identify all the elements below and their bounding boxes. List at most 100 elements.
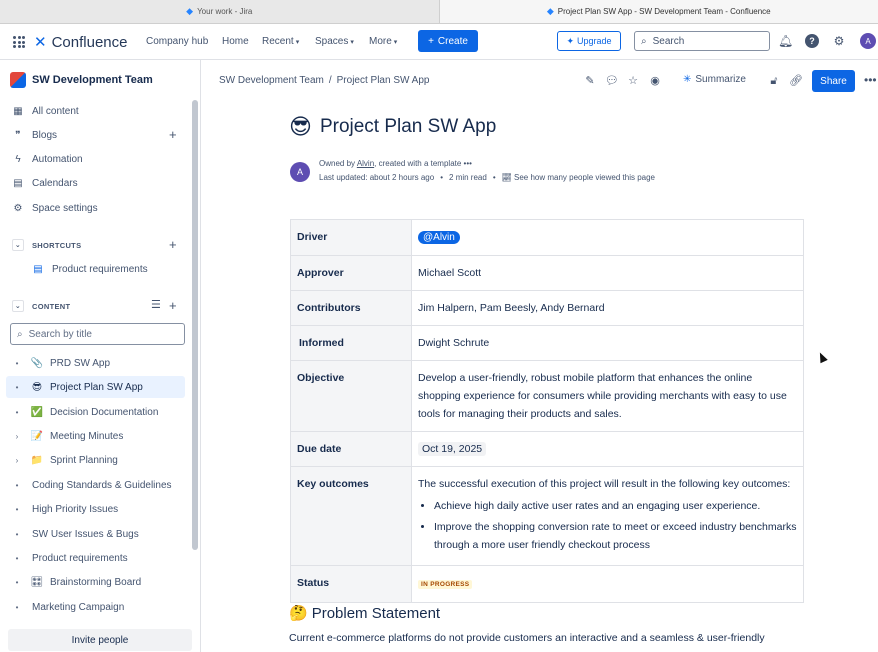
bullet-icon: • <box>15 577 19 587</box>
sidebar-item-automation[interactable]: ϟ Automation <box>12 150 83 168</box>
tree-item-coding-standards[interactable]: • Coding Standards & Guidelines <box>6 474 185 496</box>
tree-item-decision-documentation[interactable]: • ✅ Decision Documentation <box>6 401 185 423</box>
user-mention[interactable]: @Alvin <box>418 231 460 244</box>
sidebar-item-blogs[interactable]: ❞ Blogs <box>12 126 57 144</box>
table-key: Driver <box>290 219 412 256</box>
user-avatar[interactable]: A <box>860 33 876 49</box>
sidebar-item-space-settings[interactable]: ⚙ Space settings <box>12 199 98 217</box>
search-by-title-input[interactable]: ⌕ Search by title <box>10 323 185 345</box>
table-row: Contributors Jim Halpern, Pam Beesly, An… <box>290 290 804 326</box>
tree-item-project-plan-sw-app[interactable]: • 😎 Project Plan SW App <box>6 376 185 398</box>
tree-item-marketing-campaign[interactable]: • Marketing Campaign <box>6 596 185 618</box>
create-label: Create <box>437 35 468 47</box>
share-button[interactable]: Share <box>812 70 855 92</box>
table-value: Jim Halpern, Pam Beesly, Andy Bernard <box>411 290 804 326</box>
breadcrumb-space-link[interactable]: SW Development Team <box>219 75 324 86</box>
owner-link[interactable]: Alvin <box>357 159 374 168</box>
table-key: Status <box>290 565 412 603</box>
tree-item-label: Meeting Minutes <box>50 430 124 442</box>
table-value: Develop a user-friendly, robust mobile p… <box>411 360 804 432</box>
tree-item-meeting-minutes[interactable]: › 📝 Meeting Minutes <box>6 425 185 447</box>
byline-more-icon[interactable]: ••• <box>464 159 472 168</box>
upgrade-button[interactable]: ✦ Upgrade <box>557 31 621 51</box>
gear-icon: ⚙ <box>13 202 23 214</box>
table-key: Contributors <box>290 290 412 326</box>
author-avatar[interactable]: A <box>290 162 310 182</box>
breadcrumb: SW Development Team / Project Plan SW Ap… <box>219 75 429 86</box>
comment-icon[interactable]: 💬︎ <box>605 74 619 88</box>
browser-tab-confluence[interactable]: ◆ Project Plan SW App - SW Development T… <box>438 0 878 23</box>
create-button[interactable]: + Create <box>418 30 478 52</box>
nav-more[interactable]: More ▾ <box>369 36 397 47</box>
nav-spaces[interactable]: Spaces ▾ <box>315 36 354 47</box>
edit-pencil-icon[interactable]: ✎ <box>583 74 597 88</box>
help-icon[interactable]: ? <box>805 34 819 48</box>
add-content-plus-icon[interactable]: + <box>169 299 177 312</box>
nav-company-hub[interactable]: Company hub <box>146 36 208 47</box>
tree-item-label: SW User Issues & Bugs <box>32 528 139 540</box>
copy-link-icon[interactable]: 🔗︎ <box>789 74 803 88</box>
table-value: @Alvin <box>411 219 804 256</box>
bullet-icon: • <box>15 602 19 612</box>
heading-text: Problem Statement <box>311 604 441 622</box>
tree-item-brainstorming-board[interactable]: • 🎛 Brainstorming Board <box>6 571 185 593</box>
sunglasses-emoji-icon: 😎 <box>31 381 43 393</box>
sunglasses-emoji-icon: 😎 <box>289 114 312 139</box>
notifications-icon[interactable]: 🔔︎ <box>778 34 793 48</box>
search-placeholder: Search by title <box>28 328 92 340</box>
shortcuts-heading: SHORTCUTS <box>32 240 82 250</box>
chevron-down-icon: ▾ <box>393 39 398 46</box>
tree-item-product-requirements[interactable]: • Product requirements <box>6 547 185 569</box>
table-value: IN PROGRESS <box>411 565 804 603</box>
confluence-logo[interactable]: ✕ Confluence <box>34 33 128 52</box>
calendar-icon: ▤ <box>13 177 23 189</box>
ai-sparkle-icon: ✳ <box>683 74 692 85</box>
shortcuts-section-header[interactable]: ⌄ SHORTCUTS <box>12 239 81 251</box>
problem-statement-heading: 🤔 Problem Statement <box>289 604 441 623</box>
browser-tab-jira[interactable]: ◆ Your work - Jira <box>0 0 439 23</box>
sidebar-scrollbar[interactable] <box>192 100 198 550</box>
thinking-emoji-icon: 🤔 <box>289 605 308 622</box>
chevron-right-icon[interactable]: › <box>10 432 24 441</box>
nav-home[interactable]: Home <box>222 36 249 47</box>
settings-gear-icon[interactable]: ⚙ <box>832 34 846 48</box>
content-section-header[interactable]: ⌄ CONTENT <box>12 300 70 312</box>
watch-eye-icon[interactable]: ◉ <box>648 74 662 88</box>
content-heading: CONTENT <box>32 301 71 311</box>
space-header[interactable]: SW Development Team <box>10 72 153 88</box>
nav-recent[interactable]: Recent ▾ <box>262 36 299 47</box>
tree-item-sw-user-issues[interactable]: • SW User Issues & Bugs <box>6 523 185 545</box>
more-actions-icon[interactable]: ••• <box>864 73 877 87</box>
bullet-icon: • <box>15 358 19 368</box>
folder-icon: 📁 <box>30 454 44 466</box>
chevron-right-icon[interactable]: › <box>10 456 24 465</box>
tree-item-label: Sprint Planning <box>50 454 118 466</box>
tree-item-prd-sw-app[interactable]: • 📎 PRD SW App <box>6 352 185 374</box>
tree-item-label: Brainstorming Board <box>50 576 142 588</box>
sidebar-item-label: Automation <box>32 153 83 165</box>
tree-item-high-priority-issues[interactable]: • High Priority Issues <box>6 498 185 520</box>
filter-icon[interactable]: ☰ <box>151 299 161 312</box>
sidebar-item-all-content[interactable]: ▦ All content <box>12 102 78 120</box>
app-name: Confluence <box>51 33 128 51</box>
invite-people-button[interactable]: Invite people <box>8 629 192 651</box>
date-chip[interactable]: Oct 19, 2025 <box>418 442 487 456</box>
breadcrumb-page-link[interactable]: Project Plan SW App <box>337 75 430 86</box>
table-row: Due date Oct 19, 2025 <box>290 431 804 467</box>
add-shortcut-plus-icon[interactable]: + <box>169 238 177 251</box>
outcomes-list: Achieve high daily active user rates and… <box>418 497 797 554</box>
app-switcher-icon[interactable] <box>13 36 25 48</box>
analytics-link[interactable]: 📈︎ See how many people viewed this page <box>502 173 655 182</box>
add-blog-plus-icon[interactable]: + <box>169 128 177 141</box>
table-row: Driver @Alvin <box>290 219 804 256</box>
restrictions-lock-icon[interactable]: 🔓︎ <box>767 74 781 88</box>
sidebar-item-calendars[interactable]: ▤ Calendars <box>12 174 77 192</box>
tree-item-sprint-planning[interactable]: › 📁 Sprint Planning <box>6 449 185 471</box>
summarize-button[interactable]: ✳ Summarize <box>683 74 746 85</box>
sidebar-shortcut-product-requirements[interactable]: ▤ Product requirements <box>32 260 147 278</box>
search-input[interactable]: ⌕ Search <box>634 31 770 51</box>
star-icon[interactable]: ☆ <box>626 74 640 88</box>
quote-icon: ❞ <box>15 129 21 141</box>
lightning-icon: ϟ <box>15 153 21 165</box>
document-icon: ▤ <box>33 263 43 275</box>
